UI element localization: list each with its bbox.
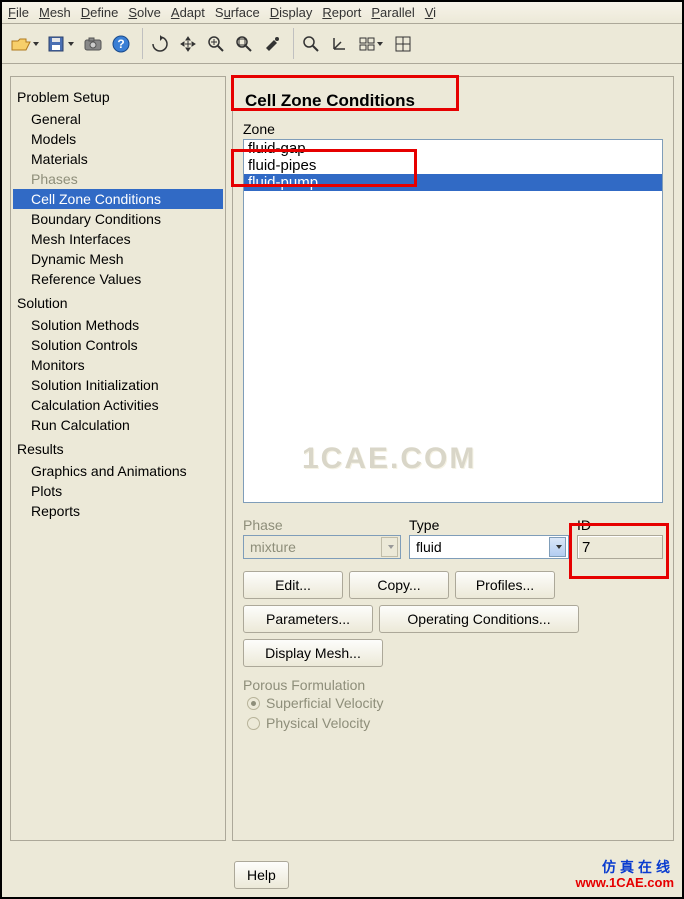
edit-button[interactable]: Edit... [243,571,343,599]
porous-formulation-group: Porous Formulation Superficial Velocity … [243,677,663,733]
menu-display[interactable]: Display [270,5,313,20]
display-mesh-button[interactable]: Display Mesh... [243,639,383,667]
tree-section-solution[interactable]: Solution [13,289,223,315]
menu-bar: File Mesh Define Solve Adapt Surface Dis… [2,2,682,24]
phase-value: mixture [250,539,296,555]
menu-adapt[interactable]: Adapt [171,5,205,20]
zone-label: Zone [243,121,663,137]
radio-icon [247,697,260,710]
menu-mesh[interactable]: Mesh [39,5,71,20]
tree-item-reference-values[interactable]: Reference Values [13,269,223,289]
menu-file[interactable]: File [8,5,29,20]
tree-item-cell-zone-conditions[interactable]: Cell Zone Conditions [13,189,223,209]
rotate-icon[interactable] [147,31,173,57]
open-button[interactable] [8,31,42,57]
tree-item-materials[interactable]: Materials [13,149,223,169]
zone-item-fluid-pump[interactable]: fluid-pump [244,174,662,191]
tree-item-boundary-conditions[interactable]: Boundary Conditions [13,209,223,229]
tree-item-monitors[interactable]: Monitors [13,355,223,375]
tree-item-calculation-activities[interactable]: Calculation Activities [13,395,223,415]
tree-section-problem-setup[interactable]: Problem Setup [13,83,223,109]
outline-tree: Problem Setup General Models Materials P… [10,76,226,841]
zone-item-fluid-gap[interactable]: fluid-gap [244,140,662,157]
chevron-down-icon [381,537,398,557]
toolbar: ? [2,24,682,64]
tree-item-phases: Phases [13,169,223,189]
tree-item-mesh-interfaces[interactable]: Mesh Interfaces [13,229,223,249]
tree-item-general[interactable]: General [13,109,223,129]
probe-icon[interactable] [259,31,285,57]
id-label: ID [577,517,663,533]
zone-listbox[interactable]: fluid-gap fluid-pipes fluid-pump [243,139,663,503]
type-label: Type [409,517,569,533]
arrange-icon[interactable] [390,31,416,57]
tree-item-run-calculation[interactable]: Run Calculation [13,415,223,435]
phase-label: Phase [243,517,401,533]
operating-conditions-button[interactable]: Operating Conditions... [379,605,579,633]
help-toolbar-button[interactable]: ? [108,31,134,57]
tree-item-plots[interactable]: Plots [13,481,223,501]
pan-icon[interactable] [175,31,201,57]
radio-superficial-velocity: Superficial Velocity [243,693,663,713]
copy-button[interactable]: Copy... [349,571,449,599]
tree-item-dynamic-mesh[interactable]: Dynamic Mesh [13,249,223,269]
svg-text:?: ? [117,37,124,51]
profiles-button[interactable]: Profiles... [455,571,555,599]
radio-icon [247,717,260,730]
zoom-in-icon[interactable] [203,31,229,57]
task-panel: Cell Zone Conditions Zone fluid-gap flui… [232,76,674,841]
tree-item-solution-controls[interactable]: Solution Controls [13,335,223,355]
type-combo[interactable]: fluid [409,535,569,559]
menu-solve[interactable]: Solve [128,5,161,20]
menu-parallel[interactable]: Parallel [371,5,414,20]
tree-item-solution-methods[interactable]: Solution Methods [13,315,223,335]
main-area: Problem Setup General Models Materials P… [2,68,682,849]
type-value: fluid [416,539,442,555]
tree-item-graphics-animations[interactable]: Graphics and Animations [13,461,223,481]
tree-item-solution-initialization[interactable]: Solution Initialization [13,375,223,395]
screenshot-button[interactable] [80,31,106,57]
corner-watermark: 仿真在线 www.1CAE.com [576,859,674,891]
axes-icon[interactable] [326,31,352,57]
menu-report[interactable]: Report [322,5,361,20]
porous-formulation-label: Porous Formulation [243,677,663,693]
chevron-down-icon[interactable] [549,537,566,557]
zoom-box-icon[interactable] [231,31,257,57]
help-button[interactable]: Help [234,861,289,889]
menu-define[interactable]: Define [81,5,119,20]
tree-section-results[interactable]: Results [13,435,223,461]
radio-physical-velocity: Physical Velocity [243,713,663,733]
menu-surface[interactable]: Surface [215,5,260,20]
tree-item-reports[interactable]: Reports [13,501,223,521]
parameters-button[interactable]: Parameters... [243,605,373,633]
footer: Help [234,861,289,889]
views-icon[interactable] [354,31,388,57]
zone-item-fluid-pipes[interactable]: fluid-pipes [244,157,662,174]
panel-title: Cell Zone Conditions [243,87,663,121]
tree-item-models[interactable]: Models [13,129,223,149]
menu-view[interactable]: Vi [425,5,436,20]
fit-icon[interactable] [298,31,324,57]
save-button[interactable] [44,31,78,57]
id-field: 7 [577,535,663,559]
phase-combo: mixture [243,535,401,559]
